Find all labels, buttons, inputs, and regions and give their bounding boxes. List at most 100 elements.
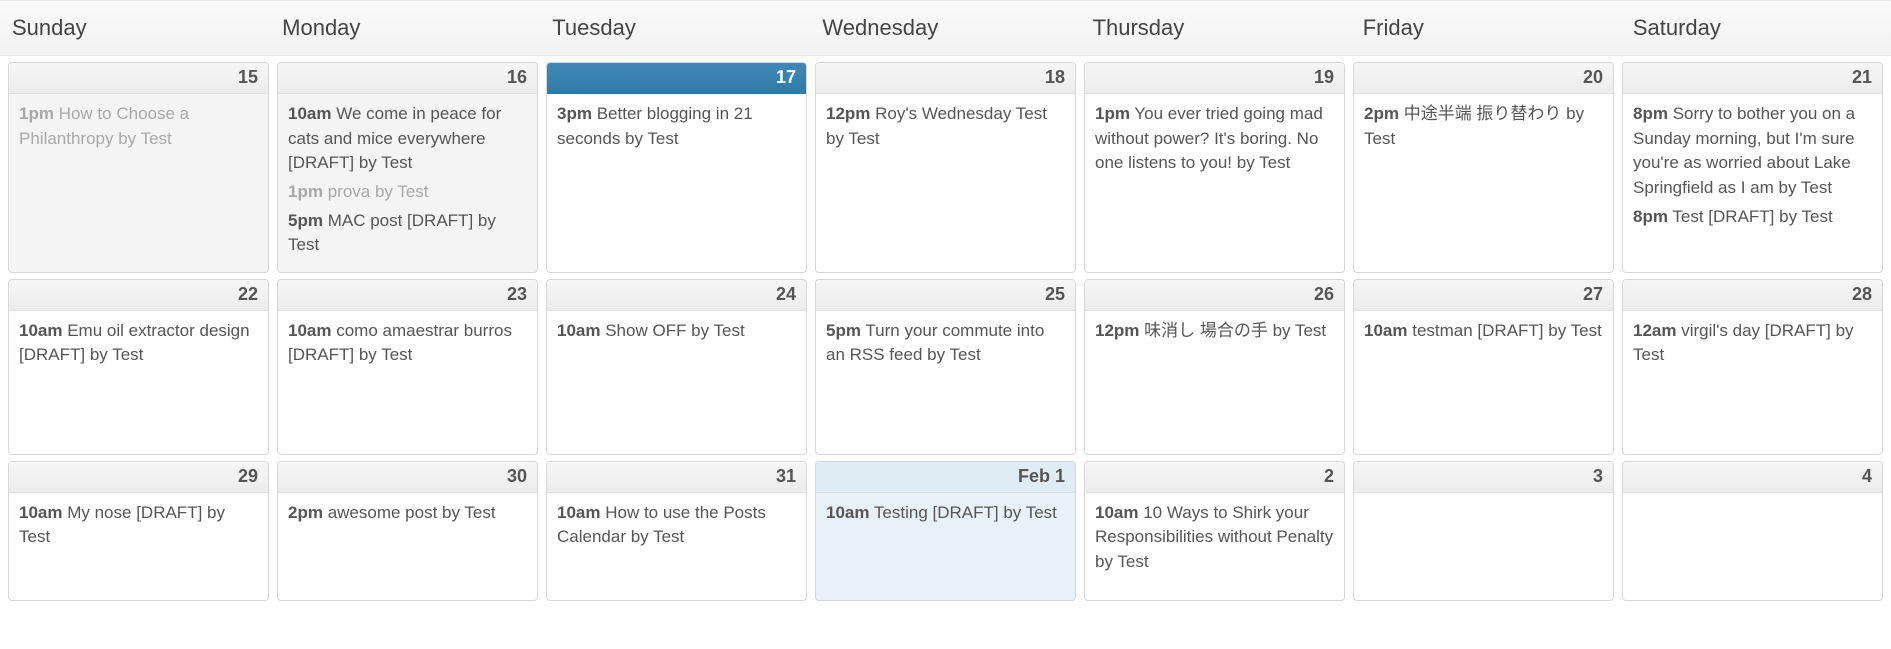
- event-time: 1pm: [19, 104, 54, 123]
- day-events: [1354, 493, 1613, 511]
- day-events: 12pm Roy's Wednesday Test by Test: [816, 94, 1075, 165]
- calendar-day-cell[interactable]: 202pm 中途半端 振り替わり by Test: [1353, 62, 1614, 273]
- day-events: 10am Testing [DRAFT] by Test: [816, 493, 1075, 540]
- day-events: 2pm 中途半端 振り替わり by Test: [1354, 94, 1613, 165]
- day-header-tuesday: Tuesday: [540, 1, 810, 55]
- date-label: 15: [9, 63, 268, 94]
- event-time: 10am: [557, 321, 600, 340]
- day-events: 10am 10 Ways to Shirk your Responsibilit…: [1085, 493, 1344, 589]
- event-title: Show OFF by Test: [605, 321, 745, 340]
- calendar-event[interactable]: 5pm Turn your commute into an RSS feed b…: [826, 319, 1065, 368]
- event-title: Test [DRAFT] by Test: [1672, 207, 1832, 226]
- event-time: 12pm: [1095, 321, 1139, 340]
- date-label: 2: [1085, 462, 1344, 493]
- calendar-event[interactable]: 10am My nose [DRAFT] by Test: [19, 501, 258, 550]
- day-header-wednesday: Wednesday: [810, 1, 1080, 55]
- event-time: 10am: [19, 503, 62, 522]
- event-title: Testing [DRAFT] by Test: [874, 503, 1057, 522]
- calendar-day-cell[interactable]: 2 10am 10 Ways to Shirk your Responsibili…: [1084, 461, 1345, 601]
- calendar-day-cell[interactable]: 3: [1353, 461, 1614, 601]
- event-time: 2pm: [288, 503, 323, 522]
- calendar-event[interactable]: 10am How to use the Posts Calendar by Te…: [557, 501, 796, 550]
- calendar-event[interactable]: 10am como amaestrar burros [DRAFT] by Te…: [288, 319, 527, 368]
- calendar-event[interactable]: 10am testman [DRAFT] by Test: [1364, 319, 1603, 344]
- calendar-day-cell[interactable]: 29 10am My nose [DRAFT] by Test: [8, 461, 269, 601]
- calendar-event[interactable]: 1pm prova by Test: [288, 180, 527, 205]
- day-events: 10am testman [DRAFT] by Test: [1354, 311, 1613, 358]
- day-header-saturday: Saturday: [1621, 1, 1891, 55]
- event-time: 10am: [557, 503, 600, 522]
- calendar-day-cell[interactable]: 30 2pm awesome post by Test: [277, 461, 538, 601]
- date-label: 28: [1623, 280, 1882, 311]
- calendar-event[interactable]: 10am Emu oil extractor design [DRAFT] by…: [19, 319, 258, 368]
- calendar-day-cell[interactable]: 15 1pm How to Choose a Philanthropy by Te…: [8, 62, 269, 273]
- calendar-event[interactable]: 1pm You ever tried going mad without pow…: [1095, 102, 1334, 176]
- calendar-week: 22 10am Emu oil extractor design [DRAFT] …: [0, 273, 1891, 455]
- event-time: 2pm: [1364, 104, 1399, 123]
- calendar-day-cell[interactable]: 21 8pm Sorry to bother you on a Sunday mo…: [1622, 62, 1883, 273]
- calendar-day-cell[interactable]: 27 10am testman [DRAFT] by Test: [1353, 279, 1614, 455]
- calendar-event[interactable]: 12am virgil's day [DRAFT] by Test: [1633, 319, 1872, 368]
- calendar-header-row: Sunday Monday Tuesday Wednesday Thursday…: [0, 0, 1891, 56]
- event-time: 10am: [19, 321, 62, 340]
- date-label: 24: [547, 280, 806, 311]
- calendar-day-cell[interactable]: 26 12pm 味消し 場合の手 by Test: [1084, 279, 1345, 455]
- date-label: 31: [547, 462, 806, 493]
- day-header-monday: Monday: [270, 1, 540, 55]
- calendar-event[interactable]: 10am Show OFF by Test: [557, 319, 796, 344]
- calendar-day-cell[interactable]: 25 5pm Turn your commute into an RSS feed…: [815, 279, 1076, 455]
- calendar-day-cell[interactable]: 22 10am Emu oil extractor design [DRAFT] …: [8, 279, 269, 455]
- event-time: 10am: [288, 104, 331, 123]
- calendar-event[interactable]: 8pm Test [DRAFT] by Test: [1633, 205, 1872, 230]
- calendar-week: 29 10am My nose [DRAFT] by Test 30 2pm awes…: [0, 455, 1891, 601]
- date-label: Feb 1: [816, 462, 1075, 493]
- calendar-event[interactable]: 12pm 味消し 場合の手 by Test: [1095, 319, 1334, 344]
- day-events: 1pm You ever tried going mad without pow…: [1085, 94, 1344, 190]
- date-label: 25: [816, 280, 1075, 311]
- calendar-day-cell[interactable]: Feb 1 10am Testing [DRAFT] by Test: [815, 461, 1076, 601]
- calendar-event[interactable]: 8pm Sorry to bother you on a Sunday morn…: [1633, 102, 1872, 201]
- date-label: 22: [9, 280, 268, 311]
- date-label: 29: [9, 462, 268, 493]
- date-label: 30: [278, 462, 537, 493]
- calendar-day-cell[interactable]: 24 10am Show OFF by Test: [546, 279, 807, 455]
- calendar-day-cell[interactable]: 19 1pm You ever tried going mad without p…: [1084, 62, 1345, 273]
- calendar-day-cell[interactable]: 31 10am How to use the Posts Calendar by …: [546, 461, 807, 601]
- day-events: 10am Emu oil extractor design [DRAFT] by…: [9, 311, 268, 382]
- date-label: 19: [1085, 63, 1344, 94]
- date-label: 23: [278, 280, 537, 311]
- date-label: 18: [816, 63, 1075, 94]
- calendar-event[interactable]: 2pm awesome post by Test: [288, 501, 527, 526]
- day-events: 10am How to use the Posts Calendar by Te…: [547, 493, 806, 564]
- day-events: 3pm Better blogging in 21 seconds by Tes…: [547, 94, 806, 165]
- calendar-event[interactable]: 3pm Better blogging in 21 seconds by Tes…: [557, 102, 796, 151]
- calendar-day-cell[interactable]: 18 12pm Roy's Wednesday Test by Test: [815, 62, 1076, 273]
- calendar-day-cell[interactable]: 28 12am virgil's day [DRAFT] by Test: [1622, 279, 1883, 455]
- event-time: 10am: [1095, 503, 1138, 522]
- calendar-event[interactable]: 10am Testing [DRAFT] by Test: [826, 501, 1065, 526]
- calendar-event[interactable]: 1pm How to Choose a Philanthropy by Test: [19, 102, 258, 151]
- calendar-day-cell[interactable]: 4: [1622, 461, 1883, 601]
- calendar-day-cell[interactable]: 1610am We come in peace for cats and mic…: [277, 62, 538, 273]
- event-title: You ever tried going mad without power? …: [1095, 104, 1323, 172]
- calendar-event[interactable]: 5pm MAC post [DRAFT] by Test: [288, 209, 527, 258]
- date-label: 4: [1623, 462, 1882, 493]
- calendar-event[interactable]: 12pm Roy's Wednesday Test by Test: [826, 102, 1065, 151]
- date-label: 21: [1623, 63, 1882, 94]
- posts-calendar: Sunday Monday Tuesday Wednesday Thursday…: [0, 0, 1891, 601]
- calendar-day-cell[interactable]: 173pm Better blogging in 21 seconds by T…: [546, 62, 807, 273]
- event-time: 1pm: [288, 182, 323, 201]
- event-time: 10am: [1364, 321, 1407, 340]
- date-label: 3: [1354, 462, 1613, 493]
- date-label: 27: [1354, 280, 1613, 311]
- calendar-event[interactable]: 2pm 中途半端 振り替わり by Test: [1364, 102, 1603, 151]
- event-title: prova by Test: [328, 182, 429, 201]
- calendar-day-cell[interactable]: 23 10am como amaestrar burros [DRAFT] by …: [277, 279, 538, 455]
- day-header-sunday: Sunday: [0, 1, 270, 55]
- day-header-friday: Friday: [1351, 1, 1621, 55]
- calendar-week: 15 1pm How to Choose a Philanthropy by Te…: [0, 56, 1891, 273]
- day-events: 5pm Turn your commute into an RSS feed b…: [816, 311, 1075, 382]
- calendar-event[interactable]: 10am We come in peace for cats and mice …: [288, 102, 527, 176]
- calendar-event[interactable]: 10am 10 Ways to Shirk your Responsibilit…: [1095, 501, 1334, 575]
- date-label: 26: [1085, 280, 1344, 311]
